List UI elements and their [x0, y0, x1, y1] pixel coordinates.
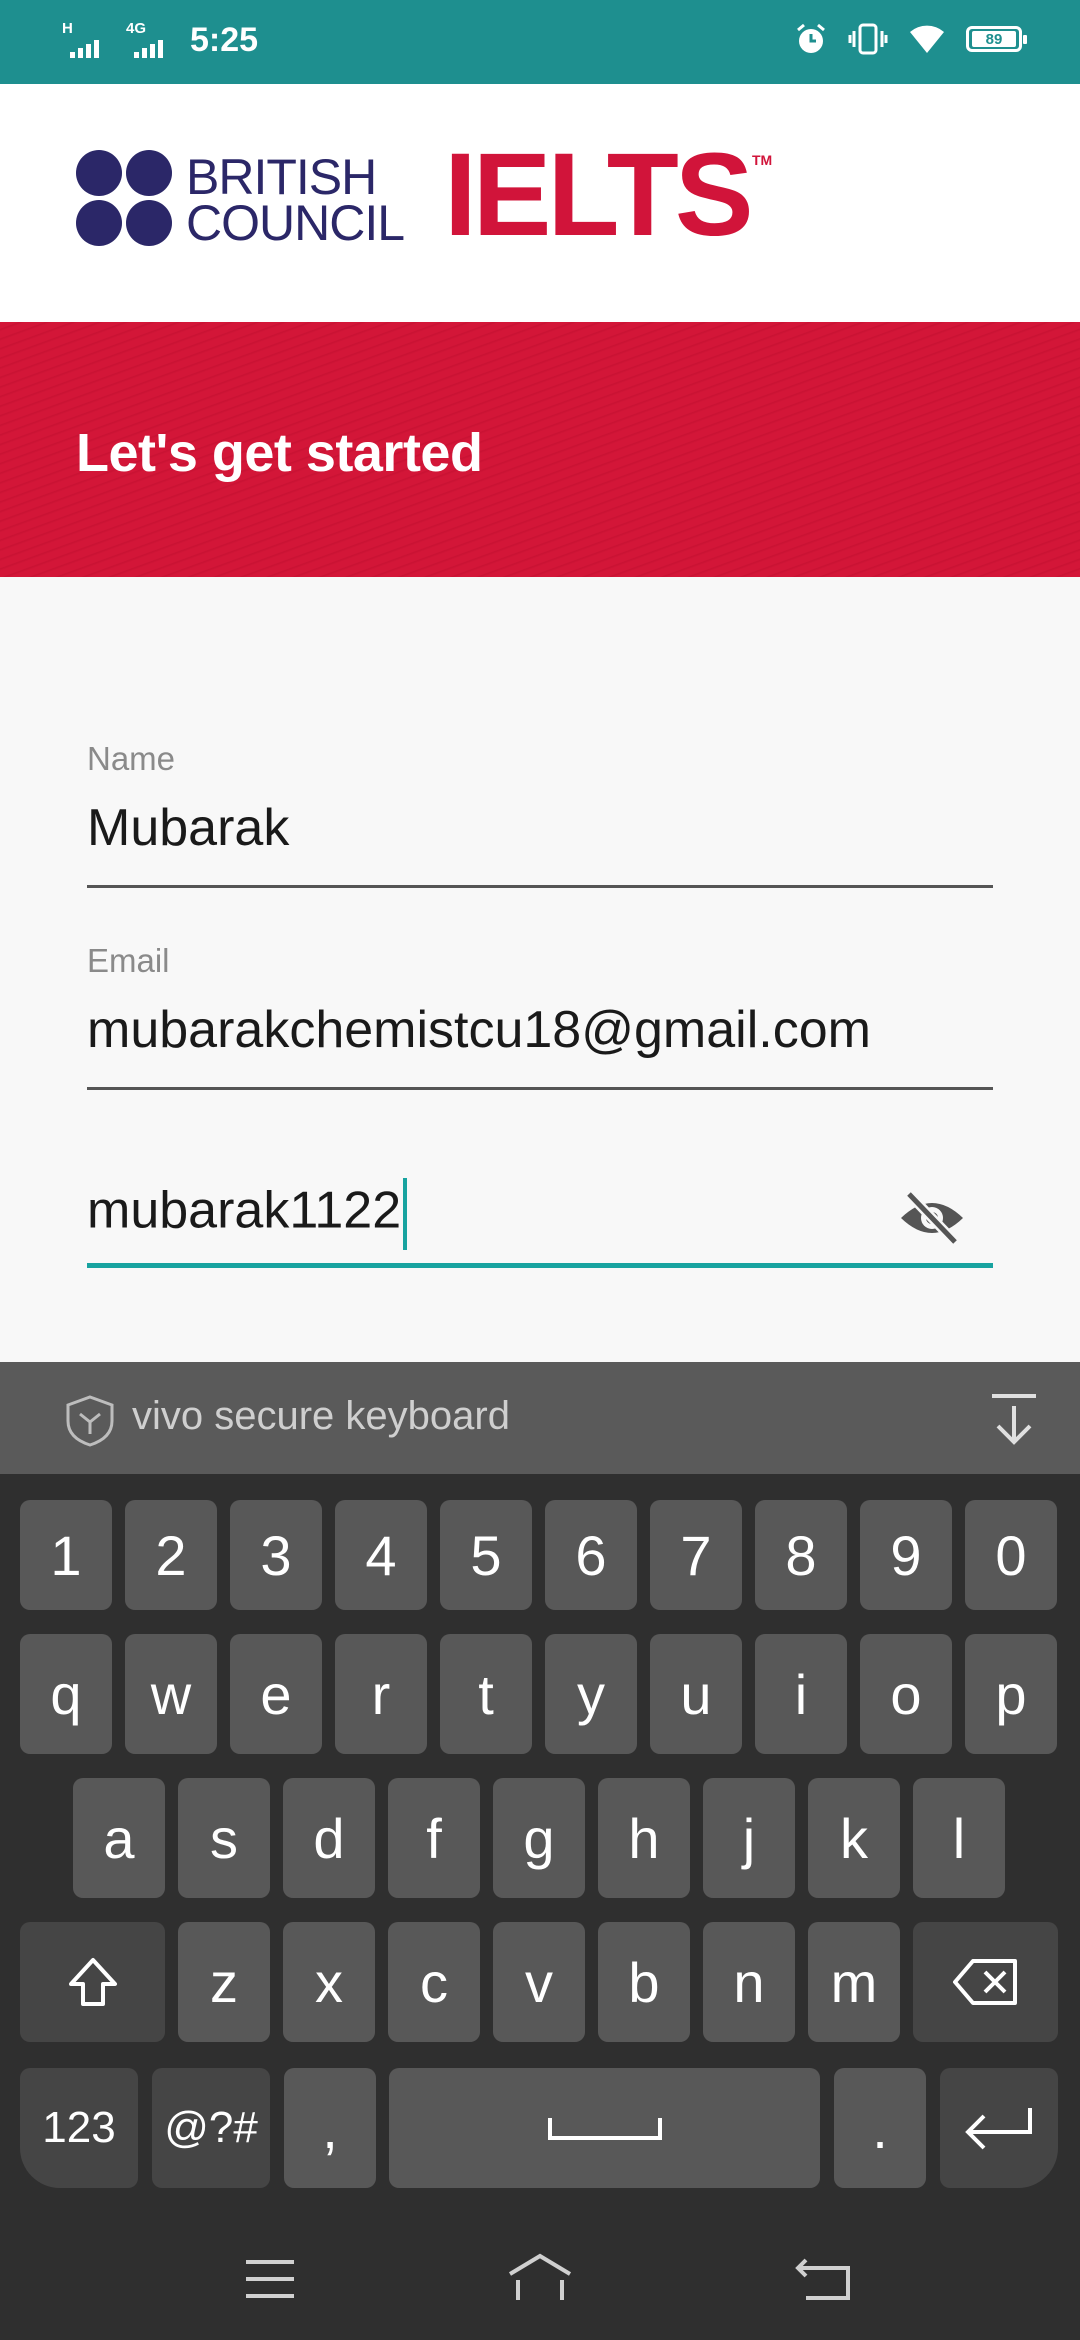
key-g[interactable]: g — [493, 1778, 585, 1898]
password-field[interactable]: mubarak1122 — [87, 1178, 993, 1268]
key-i[interactable]: i — [755, 1634, 847, 1754]
period-key[interactable]: . — [834, 2068, 926, 2188]
status-right: 89 — [794, 22, 1027, 56]
key-t[interactable]: t — [440, 1634, 532, 1754]
email-field[interactable]: Email mubarakchemistcu18@gmail.com — [87, 942, 993, 1092]
key-u[interactable]: u — [650, 1634, 742, 1754]
app-header: BRITISH COUNCIL IELTS TM — [0, 84, 1080, 322]
soft-keyboard: 1 2 3 4 5 6 7 8 9 0 q w e r t y u i o p … — [0, 1474, 1080, 2340]
keyboard-title: vivo secure keyboard — [132, 1394, 510, 1438]
email-label: Email — [87, 942, 170, 979]
status-left: H 4G 5:25 — [62, 20, 258, 60]
key-5[interactable]: 5 — [440, 1500, 532, 1610]
battery-level: 89 — [972, 31, 1016, 47]
trademark-symbol: TM — [752, 152, 773, 168]
email-underline — [87, 1087, 993, 1090]
password-visibility-off-icon[interactable] — [897, 1188, 967, 1248]
hero-banner: Let's get started — [0, 322, 1080, 577]
password-underline — [87, 1263, 993, 1268]
system-nav-bar — [0, 2220, 1080, 2340]
key-a[interactable]: a — [73, 1778, 165, 1898]
key-o[interactable]: o — [860, 1634, 952, 1754]
clock: 5:25 — [190, 20, 259, 59]
key-0[interactable]: 0 — [965, 1500, 1057, 1610]
backspace-key[interactable] — [913, 1922, 1058, 2042]
sim2-signal-icon: 4G — [126, 20, 176, 60]
key-r[interactable]: r — [335, 1634, 427, 1754]
key-m[interactable]: m — [808, 1922, 900, 2042]
key-n[interactable]: n — [703, 1922, 795, 2042]
key-3[interactable]: 3 — [230, 1500, 322, 1610]
symbols-key[interactable]: @?# — [152, 2068, 270, 2188]
key-d[interactable]: d — [283, 1778, 375, 1898]
keyboard-collapse-icon[interactable] — [988, 1392, 1040, 1448]
back-icon[interactable] — [794, 2254, 854, 2304]
key-q[interactable]: q — [20, 1634, 112, 1754]
alarm-icon — [797, 23, 825, 53]
enter-icon — [965, 2108, 1032, 2150]
text-cursor — [403, 1178, 408, 1250]
key-z[interactable]: z — [178, 1922, 270, 2042]
sim1-signal-icon: H — [62, 20, 112, 60]
password-input[interactable]: mubarak1122 — [87, 1178, 993, 1250]
status-bar: H 4G 5:25 89 — [0, 0, 1080, 84]
menu-icon[interactable] — [242, 2256, 298, 2302]
shift-key[interactable] — [20, 1922, 165, 2042]
key-e[interactable]: e — [230, 1634, 322, 1754]
space-key[interactable] — [389, 2068, 820, 2188]
key-p[interactable]: p — [965, 1634, 1057, 1754]
battery-icon: 89 — [966, 26, 1027, 52]
british-council-logo-icon — [76, 150, 172, 246]
name-input[interactable]: Mubarak — [87, 798, 993, 858]
backspace-icon — [952, 1959, 1017, 2005]
key-s[interactable]: s — [178, 1778, 270, 1898]
name-label: Name — [87, 740, 176, 777]
key-b[interactable]: b — [598, 1922, 690, 2042]
key-l[interactable]: l — [913, 1778, 1005, 1898]
numbers-key[interactable]: 123 — [20, 2068, 138, 2188]
vibrate-icon — [848, 23, 888, 55]
key-6[interactable]: 6 — [545, 1500, 637, 1610]
name-underline — [87, 885, 993, 888]
keyboard-header: vivo secure keyboard — [0, 1362, 1080, 1474]
comma-key[interactable]: , — [284, 2068, 376, 2188]
email-input[interactable]: mubarakchemistcu18@gmail.com — [87, 1000, 993, 1060]
key-4[interactable]: 4 — [335, 1500, 427, 1610]
shift-icon — [68, 1958, 117, 2006]
key-w[interactable]: w — [125, 1634, 217, 1754]
key-v[interactable]: v — [493, 1922, 585, 2042]
british-council-wordmark: BRITISH COUNCIL — [186, 149, 405, 251]
key-j[interactable]: j — [703, 1778, 795, 1898]
password-text: mubarak1122 — [87, 1181, 402, 1240]
key-x[interactable]: x — [283, 1922, 375, 2042]
key-9[interactable]: 9 — [860, 1500, 952, 1610]
key-c[interactable]: c — [388, 1922, 480, 2042]
shield-icon — [66, 1395, 114, 1447]
key-7[interactable]: 7 — [650, 1500, 742, 1610]
sim2-label: 4G — [126, 20, 147, 37]
key-8[interactable]: 8 — [755, 1500, 847, 1610]
name-field[interactable]: Name Mubarak — [87, 740, 993, 890]
key-y[interactable]: y — [545, 1634, 637, 1754]
key-k[interactable]: k — [808, 1778, 900, 1898]
home-icon[interactable] — [504, 2250, 576, 2306]
wifi-icon — [910, 25, 944, 53]
page-title: Let's get started — [76, 423, 483, 483]
ielts-wordmark: IELTS — [444, 129, 754, 261]
space-icon — [547, 2118, 662, 2140]
key-1[interactable]: 1 — [20, 1500, 112, 1610]
enter-key[interactable] — [940, 2068, 1058, 2188]
key-2[interactable]: 2 — [125, 1500, 217, 1610]
sim1-label: H — [62, 20, 73, 37]
key-f[interactable]: f — [388, 1778, 480, 1898]
key-h[interactable]: h — [598, 1778, 690, 1898]
